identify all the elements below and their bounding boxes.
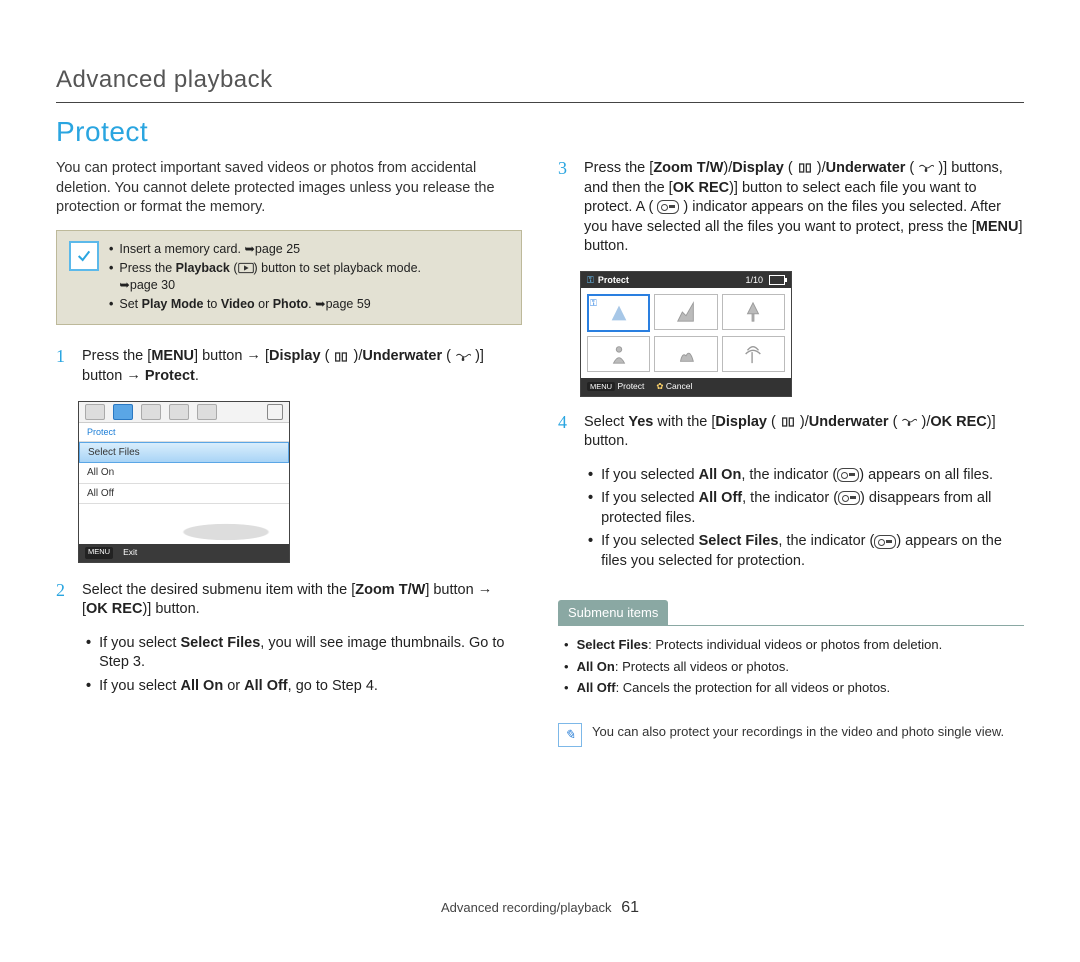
submenu-box: •Select Files: Protects individual video…: [558, 625, 1024, 707]
lcd-screenshot-thumbnails: ⚿Protect 1/10 ⚿ MENU Protect ✿ Cancel: [580, 271, 792, 397]
step-number: 3: [558, 159, 572, 257]
step-number: 4: [558, 413, 572, 452]
note-icon: ✎: [558, 723, 582, 747]
page-footer: Advanced recording/playback 61: [56, 897, 1024, 919]
key-icon: [657, 200, 679, 214]
lcd-footer-exit: Exit: [123, 547, 137, 558]
lcd-screenshot-menu: Protect Select Files All On All Off MENU…: [78, 401, 290, 563]
prereq-box: •Insert a memory card. ➥page 25 •Press t…: [56, 230, 522, 326]
display-icon: [333, 351, 349, 363]
lcd-chip: MENU: [587, 382, 615, 391]
step-2: 2 Select the desired submenu item with t…: [56, 581, 522, 620]
underwater-icon: [455, 351, 471, 363]
lcd-menu-title: Protect: [79, 423, 289, 442]
tip-note: ✎ You can also protect your recordings i…: [558, 723, 1024, 747]
submenu-tab: Submenu items: [558, 600, 668, 626]
playback-icon: [238, 262, 254, 274]
lcd2-footer-cancel: Cancel: [666, 381, 692, 391]
underwater-icon: [901, 416, 917, 428]
display-icon: [780, 416, 796, 428]
key-icon: [838, 491, 860, 505]
lcd-menu-item-selected: Select Files: [79, 442, 289, 464]
lcd2-counter: 1/10: [745, 274, 763, 286]
lcd-menu-item: All Off: [79, 484, 289, 505]
lcd-thumb: [722, 294, 785, 330]
footer-section: Advanced recording/playback: [441, 900, 612, 915]
lcd-thumb: [587, 336, 650, 372]
lcd-thumb-selected: ⚿: [587, 294, 650, 332]
lcd-thumb: [722, 336, 785, 372]
check-icon: [69, 241, 99, 271]
lcd2-title: Protect: [598, 274, 629, 286]
lcd-menu-item: All On: [79, 463, 289, 484]
step-4: 4 Select Yes with the [Display ( )/Under…: [558, 413, 1024, 452]
lcd-thumb: [654, 336, 717, 372]
lcd2-footer-protect: Protect: [617, 381, 644, 391]
left-column: You can protect important saved videos o…: [56, 159, 522, 747]
step-3: 3 Press the [Zoom T/W)/Display ( )/Under…: [558, 159, 1024, 257]
step-2-bullets: •If you select Select Files, you will se…: [86, 634, 522, 697]
prereq-list: •Insert a memory card. ➥page 25 •Press t…: [109, 241, 421, 315]
key-icon: ⚿: [587, 274, 594, 286]
step-4-bullets: •If you selected All On, the indicator (…: [588, 466, 1024, 572]
display-icon: [797, 162, 813, 174]
step-1: 1 Press the [MENU] button → [Display ( )…: [56, 347, 522, 386]
battery-icon: [769, 275, 785, 285]
key-icon: [837, 468, 859, 482]
lcd-thumb: [654, 294, 717, 330]
lcd-chip: MENU: [85, 547, 113, 558]
page-breadcrumb: Advanced playback: [56, 64, 1024, 103]
section-title: Protect: [56, 113, 1024, 151]
step-number: 2: [56, 581, 70, 620]
step-number: 1: [56, 347, 70, 386]
intro-text: You can protect important saved videos o…: [56, 159, 522, 218]
key-icon: [874, 535, 896, 549]
tip-text: You can also protect your recordings in …: [592, 723, 1004, 741]
right-column: 3 Press the [Zoom T/W)/Display ( )/Under…: [558, 159, 1024, 747]
underwater-icon: [918, 162, 934, 174]
page-number: 61: [621, 899, 639, 916]
